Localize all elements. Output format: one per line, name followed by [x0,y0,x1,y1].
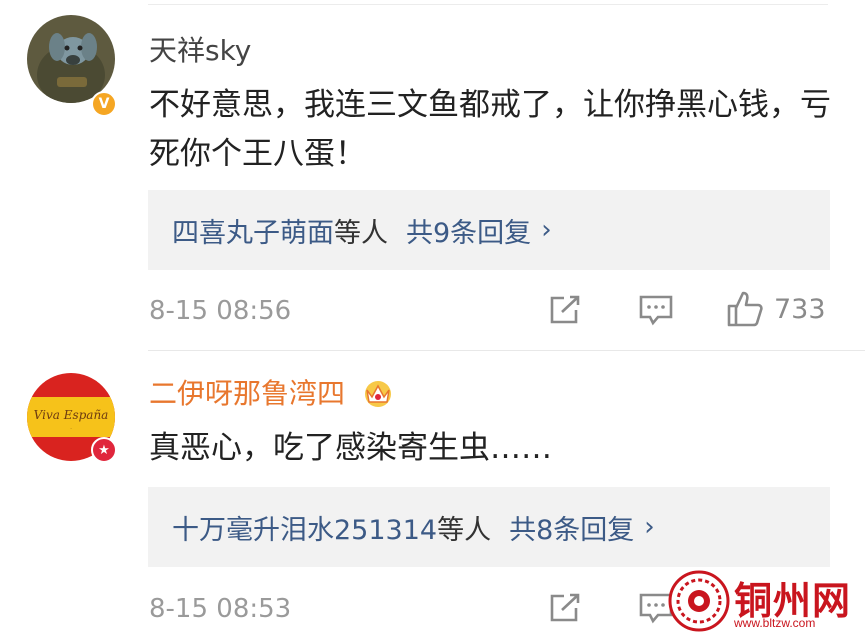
like-count: 733 [774,293,826,325]
share-icon [550,593,580,622]
like-icon [727,291,763,327]
site-logo-icon [668,570,730,632]
comment-icon [639,295,673,326]
like-button[interactable]: 733 [726,290,826,328]
star-badge-icon: ★ [91,437,117,463]
reply-suffix: 等人 [334,217,388,249]
username[interactable]: 二伊呀那鲁湾四 [149,377,396,411]
reply-count[interactable]: 共8条回复 [509,508,634,547]
reply-names[interactable]: 四喜丸子萌面 [172,211,334,250]
reply-names[interactable]: 十万毫升泪水251314 [172,508,437,547]
reply-summary[interactable]: 十万毫升泪水251314 等人 共8条回复 › [148,487,830,567]
comment-text: 真恶心，吃了感染寄生虫…… [149,430,552,466]
timestamp: 8-15 08:56 [149,296,292,326]
divider [148,350,865,351]
username[interactable]: 天祥sky [149,34,251,68]
top-divider [148,4,828,5]
comment-text: 不好意思，我连三文鱼都戒了，让你挣黑心钱，亏死你个王八蛋！ [149,87,831,172]
avatar[interactable] [27,15,115,103]
verified-badge-icon: V [91,91,117,117]
reply-count[interactable]: 共9条回复 [406,211,531,250]
timestamp: 8-15 08:53 [149,594,292,624]
reply-suffix: 等人 [437,514,492,546]
site-watermark: 铜州网 www.bltzw.com [668,568,865,639]
comment-button[interactable] [638,294,674,326]
site-url: www.bltzw.com [734,616,816,630]
crown-icon [364,381,391,407]
share-button[interactable] [548,592,582,624]
reply-summary[interactable]: 四喜丸子萌面 等人 共9条回复 › [148,190,830,270]
chevron-right-icon: › [644,512,655,542]
username-text[interactable]: 二伊呀那鲁湾四 [149,377,345,410]
share-icon [550,295,580,324]
avatar-text: Viva España [34,408,109,422]
share-button[interactable] [548,294,582,326]
chevron-right-icon: › [541,215,552,245]
